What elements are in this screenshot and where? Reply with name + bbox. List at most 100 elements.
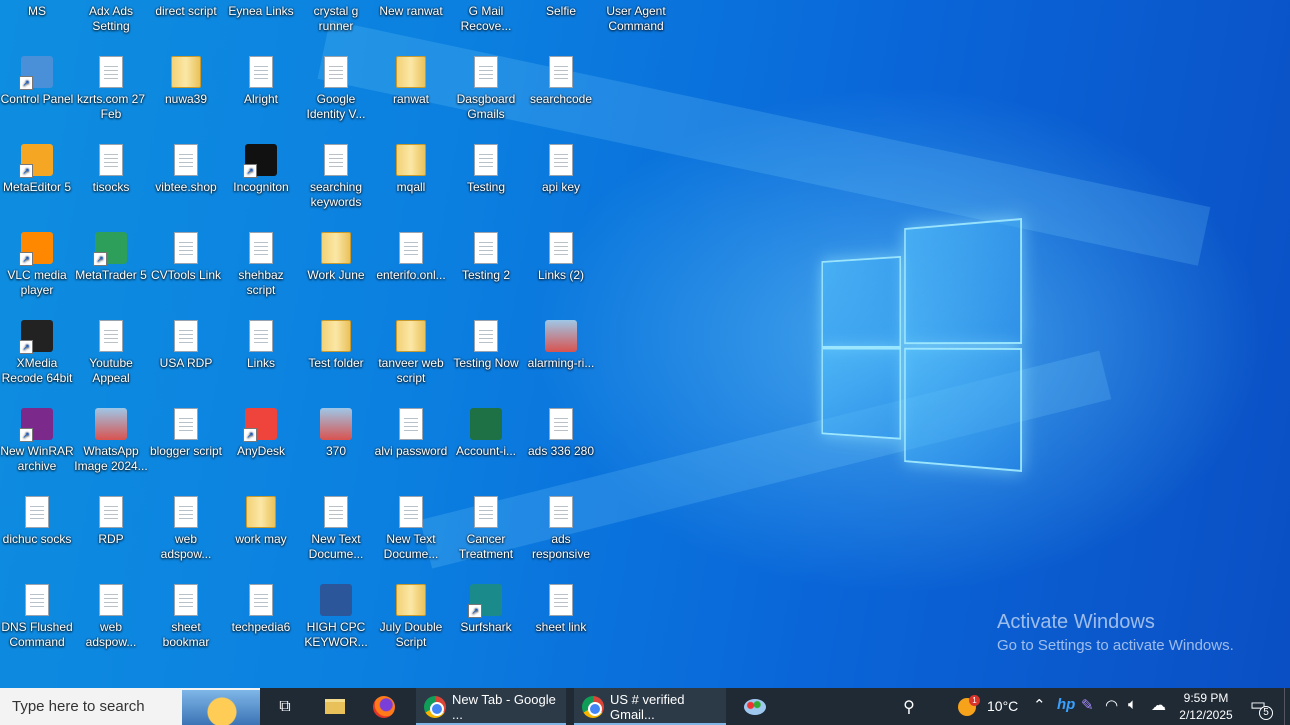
desktop-icon[interactable]: Control Panel xyxy=(0,56,74,107)
desktop-icon[interactable]: enterifo.onl... xyxy=(374,232,448,283)
weather-badge: 1 xyxy=(969,695,980,706)
desktop-icon[interactable]: ads 336 280 xyxy=(524,408,598,459)
desktop-icon[interactable]: searching keywords xyxy=(299,144,373,210)
desktop-icon[interactable]: web adspow... xyxy=(149,496,223,562)
firefox-button[interactable] xyxy=(367,688,401,725)
desktop-icon-label: ranwat xyxy=(374,92,448,107)
desktop-icon[interactable]: Testing Now xyxy=(449,320,523,371)
desktop-icon[interactable]: Surfshark xyxy=(449,584,523,635)
text-file-icon xyxy=(249,56,273,88)
desktop-icon[interactable]: alvi password xyxy=(374,408,448,459)
desktop-icon[interactable]: Selfie xyxy=(524,4,598,19)
text-file-icon xyxy=(549,56,573,88)
chrome-profile-icon xyxy=(582,696,604,718)
desktop-icon-label: crystal g runner xyxy=(299,4,373,34)
desktop-icon[interactable]: vibtee.shop xyxy=(149,144,223,195)
desktop-icon[interactable]: New Text Docume... xyxy=(299,496,373,562)
desktop-icon[interactable]: kzrts.com 27 Feb xyxy=(74,56,148,122)
desktop-icon[interactable]: July Double Script xyxy=(374,584,448,650)
clock[interactable]: 9:59 PM 2/12/2025 xyxy=(1172,690,1240,724)
text-file-icon xyxy=(174,584,198,616)
desktop-icon[interactable]: XMedia Recode 64bit xyxy=(0,320,74,386)
desktop-icon[interactable]: direct script xyxy=(149,4,223,19)
desktop-icon[interactable]: dichuc socks xyxy=(0,496,74,547)
desktop-icon[interactable]: Account-i... xyxy=(449,408,523,459)
desktop-icon[interactable]: tisocks xyxy=(74,144,148,195)
desktop-icon[interactable]: MetaTrader 5 xyxy=(74,232,148,283)
desktop-icon[interactable]: work may xyxy=(224,496,298,547)
desktop-icon[interactable]: blogger script xyxy=(149,408,223,459)
app-shortcut-icon xyxy=(95,232,127,264)
desktop-icon[interactable]: New ranwat xyxy=(374,4,448,19)
desktop-icon[interactable]: Youtube Appeal xyxy=(74,320,148,386)
desktop-icon[interactable]: Google Identity V... xyxy=(299,56,373,122)
desktop-icon[interactable]: MS xyxy=(0,4,74,19)
taskbar-app-chrome-new-tab[interactable]: New Tab - Google ... xyxy=(416,688,566,725)
desktop-icon[interactable]: New WinRAR archive xyxy=(0,408,74,474)
taskbar-app-chrome-gmail[interactable]: US # verified Gmail... xyxy=(574,688,726,725)
desktop-icon-label: Work June xyxy=(299,268,373,283)
desktop-icon[interactable]: USA RDP xyxy=(149,320,223,371)
desktop-icon[interactable]: mqall xyxy=(374,144,448,195)
paint-app-button[interactable] xyxy=(738,688,772,725)
desktop-icon[interactable]: Testing 2 xyxy=(449,232,523,283)
desktop-icon[interactable]: web adspow... xyxy=(74,584,148,650)
desktop-icon[interactable]: DNS Flushed Command xyxy=(0,584,74,650)
desktop-icon[interactable]: alarming-ri... xyxy=(524,320,598,371)
desktop-icon[interactable]: RDP xyxy=(74,496,148,547)
weather-widget[interactable] xyxy=(954,688,980,725)
desktop-icon-label: July Double Script xyxy=(374,620,448,650)
desktop-icon[interactable]: Links (2) xyxy=(524,232,598,283)
desktop-icon-label: tisocks xyxy=(74,180,148,195)
app-shortcut-icon xyxy=(245,408,277,440)
desktop-icon[interactable]: sheet link xyxy=(524,584,598,635)
desktop-icon[interactable]: Testing xyxy=(449,144,523,195)
desktop-icon[interactable]: crystal g runner xyxy=(299,4,373,34)
volume-icon[interactable]: 🔈︎ xyxy=(1128,696,1137,713)
desktop-icon[interactable]: Links xyxy=(224,320,298,371)
desktop-icon[interactable]: api key xyxy=(524,144,598,195)
text-file-icon xyxy=(174,408,198,440)
desktop-icon[interactable]: Eynea Links xyxy=(224,4,298,19)
desktop-icon-label: USA RDP xyxy=(149,356,223,371)
show-hidden-icons-chevron-icon[interactable]: ⌃ xyxy=(1033,696,1046,714)
desktop-icon[interactable]: Dasgboard Gmails xyxy=(449,56,523,122)
desktop-icon[interactable]: techpedia6 xyxy=(224,584,298,635)
desktop-icon[interactable]: ranwat xyxy=(374,56,448,107)
file-explorer-icon xyxy=(325,699,345,714)
desktop-icon[interactable]: MetaEditor 5 xyxy=(0,144,74,195)
desktop-icon[interactable]: User Agent Command xyxy=(599,4,673,34)
desktop-icon[interactable]: Cancer Treatment xyxy=(449,496,523,562)
desktop-icon[interactable]: Alright xyxy=(224,56,298,107)
desktop-icon[interactable]: New Text Docume... xyxy=(374,496,448,562)
text-file-icon xyxy=(99,584,123,616)
desktop-icon[interactable]: HIGH CPC KEYWOR... xyxy=(299,584,373,650)
task-view-button[interactable]: ⧉ xyxy=(268,688,302,725)
weather-temperature[interactable]: 10°C xyxy=(987,698,1018,714)
desktop-icon[interactable]: ads responsive xyxy=(524,496,598,562)
desktop-icon[interactable]: shehbaz script xyxy=(224,232,298,298)
desktop-icon[interactable]: Adx Ads Setting xyxy=(74,4,148,34)
desktop-icon[interactable]: Incogniton xyxy=(224,144,298,195)
pen-icon[interactable]: ✎ xyxy=(1081,696,1094,714)
show-desktop-button[interactable] xyxy=(1284,688,1290,725)
desktop-icon[interactable]: searchcode xyxy=(524,56,598,107)
text-file-icon xyxy=(99,496,123,528)
desktop-icon[interactable]: 370 xyxy=(299,408,373,459)
desktop-icon[interactable]: VLC media player xyxy=(0,232,74,298)
desktop-icon[interactable]: Test folder xyxy=(299,320,373,371)
onedrive-icon[interactable]: ☁︎ xyxy=(1151,696,1166,714)
desktop-icon[interactable]: WhatsApp Image 2024... xyxy=(74,408,148,474)
file-explorer-button[interactable] xyxy=(318,688,352,725)
hp-icon[interactable]: hp xyxy=(1057,696,1075,713)
taskbar-search-box[interactable]: Type here to search xyxy=(0,688,260,725)
desktop-icon[interactable]: tanveer web script xyxy=(374,320,448,386)
desktop-icon[interactable]: sheet bookmar xyxy=(149,584,223,650)
wifi-icon[interactable]: ◠ xyxy=(1105,696,1118,714)
desktop-icon[interactable]: nuwa39 xyxy=(149,56,223,107)
desktop-icon[interactable]: G Mail Recove... xyxy=(449,4,523,34)
people-search-button[interactable]: ⚲ xyxy=(896,688,922,725)
desktop-icon[interactable]: Work June xyxy=(299,232,373,283)
desktop-icon[interactable]: CVTools Link xyxy=(149,232,223,283)
desktop-icon[interactable]: AnyDesk xyxy=(224,408,298,459)
